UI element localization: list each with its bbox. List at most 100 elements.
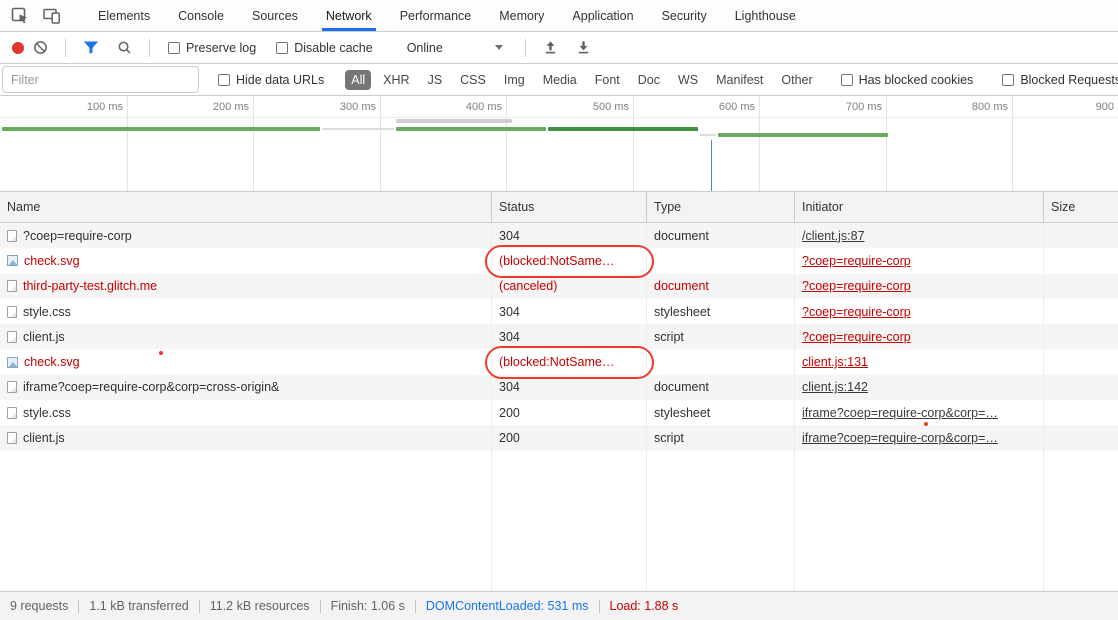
type-cell: document [647,223,795,248]
filter-bar: Hide data URLs All XHR JSCSS Img Media Font Do… [0,64,1118,96]
waterfall-bar [396,119,512,123]
filter-icon[interactable] [83,41,99,54]
request-row[interactable]: style.css200stylesheetiframe?coep=requir… [0,400,1118,425]
blocked-requests-checkbox[interactable]: Blocked Requests [1002,73,1118,87]
initiator-link[interactable]: ?coep=require-corp [802,305,911,319]
type-cell: script [647,425,795,450]
filter-input[interactable] [2,66,199,93]
request-row[interactable]: check.svg (blocked:NotSame… client.js:131 [0,349,1118,374]
initiator-link[interactable]: iframe?coep=require-corp&corp=… [802,431,998,445]
initiator-link[interactable]: iframe?coep=require-corp&corp=… [802,406,998,420]
tab-elements[interactable]: Elements [84,0,164,31]
request-name: client.js [23,330,65,344]
has-blocked-cookies-label: Has blocked cookies [859,73,974,87]
has-blocked-cookies-checkbox[interactable]: Has blocked cookies [841,73,974,87]
disable-cache-checkbox[interactable]: Disable cache [276,41,373,55]
size-cell [1044,223,1118,248]
column-header-type[interactable]: Type [647,192,795,222]
status-cell: (blocked:NotSame… [492,248,647,273]
inspect-element-icon[interactable] [8,4,32,28]
filter-type-css[interactable]: CSS [454,70,492,90]
preserve-log-checkbox[interactable]: Preserve log [168,41,256,55]
initiator-link[interactable]: /client.js:87 [802,229,865,243]
size-cell [1044,299,1118,324]
filter-type-img[interactable]: Img [498,70,531,90]
filter-type-manifest[interactable]: Manifest [710,70,769,90]
throttling-value: Online [407,41,443,55]
summary-transferred: 1.1 kB transferred [79,599,198,613]
network-overview[interactable]: 100 ms200 ms300 ms400 ms500 ms600 ms700 … [0,96,1118,192]
request-name: check.svg [24,355,80,369]
image-file-icon [7,357,18,368]
empty-column [492,451,647,591]
filter-type-xhr[interactable]: XHR [377,70,415,90]
tab-performance[interactable]: Performance [386,0,486,31]
tab-lighthouse[interactable]: Lighthouse [721,0,810,31]
request-row[interactable]: ?coep=require-corp304document/client.js:… [0,223,1118,248]
request-name: ?coep=require-corp [23,229,132,243]
name-cell: client.js [0,324,492,349]
tab-console[interactable]: Console [164,0,238,31]
checkbox-box [168,42,180,54]
network-toolbar: Preserve log Disable cache Online [0,32,1118,64]
filter-type-js[interactable]: JS [422,70,449,90]
request-row[interactable]: client.js200scriptiframe?coep=require-co… [0,425,1118,450]
tab-application[interactable]: Application [558,0,647,31]
type-cell: document [647,375,795,400]
empty-column [647,451,795,591]
filter-type-other[interactable]: Other [775,70,818,90]
tab-memory[interactable]: Memory [485,0,558,31]
throttling-dropdown[interactable]: Online [407,41,503,55]
status-cell: (blocked:NotSame… [492,349,647,374]
filter-type-doc[interactable]: Doc [632,70,666,90]
request-row[interactable]: third-party-test.glitch.me(canceled)docu… [0,274,1118,299]
initiator-link[interactable]: ?coep=require-corp [802,279,911,293]
image-file-icon [7,255,18,266]
import-har-icon[interactable] [543,40,558,55]
initiator-link[interactable]: ?coep=require-corp [802,254,911,268]
request-name: style.css [23,406,71,420]
type-cell [647,248,795,273]
initiator-link[interactable]: ?coep=require-corp [802,330,911,344]
hide-data-urls-checkbox[interactable]: Hide data URLs [218,73,324,87]
column-header-initiator[interactable]: Initiator [795,192,1044,222]
column-header-size[interactable]: Size [1044,192,1118,222]
request-name: client.js [23,431,65,445]
size-cell [1044,349,1118,374]
name-cell: check.svg [0,248,492,273]
request-row[interactable]: client.js304script?coep=require-corp [0,324,1118,349]
record-button[interactable] [12,42,24,54]
request-row[interactable]: style.css304stylesheet?coep=require-corp [0,299,1118,324]
name-cell: check.svg [0,349,492,374]
summary-bar: 9 requests1.1 kB transferred11.2 kB reso… [0,591,1118,620]
type-cell: stylesheet [647,400,795,425]
timeline-gridline [127,96,128,191]
empty-column [1044,451,1118,591]
request-row[interactable]: iframe?coep=require-corp&corp=cross-orig… [0,375,1118,400]
timeline-gridline [380,96,381,191]
column-header-status[interactable]: Status [492,192,647,222]
export-har-icon[interactable] [576,40,591,55]
tab-security[interactable]: Security [648,0,721,31]
clear-icon[interactable] [33,40,48,55]
checkbox-box [841,74,853,86]
filter-type-font[interactable]: Font [589,70,626,90]
summary-dom-content-loaded: DOMContentLoaded: 531 ms [416,599,599,613]
tab-sources[interactable]: Sources [238,0,312,31]
status-cell: 304 [492,299,647,324]
initiator-link[interactable]: client.js:142 [802,380,868,394]
initiator-cell: client.js:131 [795,349,1044,374]
hide-data-urls-label: Hide data URLs [236,73,324,87]
search-icon[interactable] [117,40,132,55]
initiator-link[interactable]: client.js:131 [802,355,868,369]
initiator-cell: /client.js:87 [795,223,1044,248]
size-cell [1044,425,1118,450]
timeline-tick: 400 ms [466,101,502,113]
filter-type-ws[interactable]: WS [672,70,704,90]
device-toolbar-icon[interactable] [40,4,64,28]
filter-type-all[interactable]: All [345,70,371,90]
filter-type-media[interactable]: Media [537,70,583,90]
tab-network[interactable]: Network [312,0,386,31]
request-row[interactable]: check.svg(blocked:NotSame… ?coep=require-… [0,248,1118,273]
column-header-name[interactable]: Name [0,192,492,222]
